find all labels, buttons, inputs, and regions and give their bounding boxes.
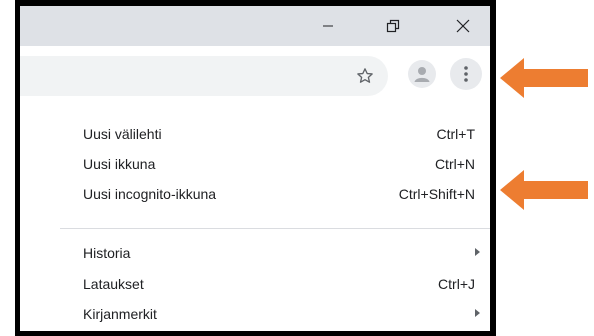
menu-item-downloads[interactable]: Lataukset Ctrl+J [60, 269, 490, 299]
menu-item-label: Historia [83, 245, 131, 261]
profile-button[interactable] [408, 60, 436, 88]
menu-item-shortcut: Ctrl+T [436, 126, 476, 142]
submenu-arrow-icon [475, 309, 480, 317]
minimize-icon [323, 25, 333, 27]
star-icon [357, 68, 373, 83]
profile-avatar-icon [414, 67, 430, 82]
screenshot-stage: Uusi välilehti Ctrl+T Uusi ikkuna Ctrl+N… [0, 0, 594, 336]
browser-window: Uusi välilehti Ctrl+T Uusi ikkuna Ctrl+N… [20, 6, 490, 331]
chrome-menu-button[interactable] [450, 58, 482, 90]
menu-item-new-tab[interactable]: Uusi välilehti Ctrl+T [60, 119, 490, 149]
menu-item-new-window[interactable]: Uusi ikkuna Ctrl+N [60, 149, 490, 179]
menu-item-bookmarks[interactable]: Kirjanmerkit [60, 299, 490, 329]
title-bar [20, 6, 490, 46]
annotation-arrow-menu [500, 58, 588, 98]
bookmark-star-button[interactable] [345, 56, 385, 96]
restore-icon [386, 19, 400, 33]
menu-item-new-incognito-window[interactable]: Uusi incognito-ikkuna Ctrl+Shift+N [60, 179, 490, 209]
menu-item-label: Kirjanmerkit [83, 306, 157, 322]
address-bar[interactable] [20, 56, 388, 96]
vertical-dots-icon [464, 66, 468, 82]
restore-button[interactable] [370, 6, 416, 46]
menu-item-history[interactable]: Historia [60, 238, 490, 268]
menu-item-label: Lataukset [83, 276, 144, 292]
submenu-arrow-icon [475, 248, 480, 256]
menu-item-label: Uusi ikkuna [83, 156, 156, 172]
close-button[interactable] [440, 6, 486, 46]
annotation-arrow-incognito [500, 170, 588, 210]
menu-item-label: Uusi välilehti [83, 126, 162, 142]
menu-item-shortcut: Ctrl+N [434, 156, 475, 172]
menu-item-label: Uusi incognito-ikkuna [83, 186, 217, 202]
menu-item-shortcut: Ctrl+J [438, 276, 475, 292]
browser-toolbar [20, 46, 490, 106]
screenshot-border: Uusi välilehti Ctrl+T Uusi ikkuna Ctrl+N… [15, 0, 496, 336]
menu-item-shortcut: Ctrl+Shift+N [398, 186, 475, 202]
chrome-menu: Uusi välilehti Ctrl+T Uusi ikkuna Ctrl+N… [60, 106, 490, 331]
close-icon [456, 19, 470, 33]
minimize-button[interactable] [305, 6, 351, 46]
menu-separator [60, 228, 490, 229]
